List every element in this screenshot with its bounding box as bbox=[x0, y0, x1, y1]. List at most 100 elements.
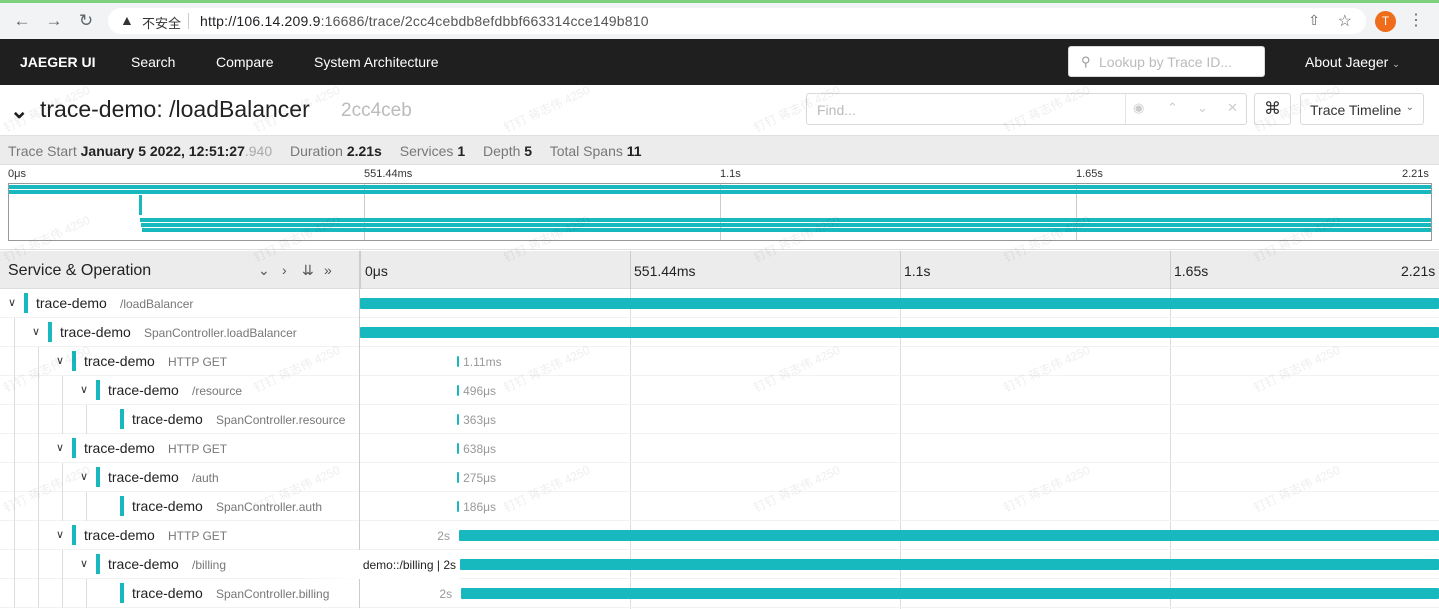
address-bar[interactable]: ▲ 不安全 http://106.14.209.9:16686/trace/2c… bbox=[108, 8, 1366, 34]
reload-icon[interactable]: ↻ bbox=[74, 9, 98, 33]
chevron-down-icon: ⌄ bbox=[1392, 59, 1400, 69]
span-name-cell[interactable]: trace-demo SpanController.auth bbox=[0, 492, 360, 521]
expand-toggle-icon[interactable]: ∨ bbox=[80, 470, 88, 483]
share-icon[interactable]: ⇧ bbox=[1308, 12, 1320, 29]
trace-minimap[interactable]: 0μs 551.44ms 1.1s 1.65s 2.21s bbox=[0, 165, 1439, 250]
find-input[interactable] bbox=[817, 100, 1117, 120]
span-bar[interactable] bbox=[360, 298, 1439, 309]
span-name-cell[interactable]: ∨ trace-demo HTTP GET bbox=[0, 434, 360, 463]
span-bar[interactable] bbox=[360, 327, 1439, 338]
forward-arrow-icon[interactable]: → bbox=[42, 9, 66, 33]
service-operation-title: Service & Operation bbox=[8, 262, 152, 279]
span-service: trace-demo bbox=[108, 556, 179, 572]
timeline-tick: 1.1s bbox=[904, 263, 931, 279]
expand-toggle-icon[interactable]: ∨ bbox=[32, 325, 40, 338]
service-color-bar bbox=[72, 438, 76, 458]
span-name-cell[interactable]: trace-demo SpanController.resource bbox=[0, 405, 360, 434]
indent-guide bbox=[38, 347, 39, 376]
span-bar[interactable] bbox=[457, 472, 460, 483]
brand-link[interactable]: JAEGER UI bbox=[20, 54, 95, 70]
span-operation: HTTP GET bbox=[168, 355, 228, 369]
span-bar[interactable] bbox=[461, 588, 1439, 599]
span-name-cell[interactable]: ∨ trace-demo SpanController.loadBalancer bbox=[0, 318, 360, 347]
span-service: trace-demo bbox=[36, 295, 107, 311]
span-bar[interactable] bbox=[457, 356, 460, 367]
trace-id-input[interactable] bbox=[1099, 52, 1259, 72]
span-name-cell[interactable]: ∨ trace-demo HTTP GET bbox=[0, 347, 360, 376]
security-label[interactable]: 不安全 bbox=[142, 13, 181, 32]
expand-toggle-icon[interactable]: ∨ bbox=[80, 557, 88, 570]
span-bar[interactable] bbox=[457, 501, 460, 512]
service-color-bar bbox=[48, 322, 52, 342]
nav-system-architecture[interactable]: System Architecture bbox=[314, 54, 439, 70]
nav-compare[interactable]: Compare bbox=[216, 54, 274, 70]
span-row[interactable]: ∨ trace-demo/auth 275μs bbox=[0, 463, 1439, 492]
span-row[interactable]: ∨ trace-demo HTTP GET 638μs bbox=[0, 434, 1439, 463]
expand-toggle-icon[interactable]: ∨ bbox=[56, 528, 64, 541]
clear-find-icon[interactable]: ✕ bbox=[1227, 100, 1238, 116]
expand-one-icon[interactable]: › bbox=[282, 262, 287, 278]
about-jaeger-menu[interactable]: About Jaeger ⌄ bbox=[1305, 54, 1400, 70]
expand-toggle-icon[interactable]: ∨ bbox=[8, 296, 16, 309]
url-text[interactable]: http://106.14.209.9:16686/trace/2cc4cebd… bbox=[200, 13, 649, 29]
span-bar[interactable] bbox=[457, 414, 460, 425]
span-name-cell[interactable]: ∨ trace-demo/auth bbox=[0, 463, 360, 492]
back-arrow-icon[interactable]: ← bbox=[10, 9, 34, 33]
browser-toolbar: ← → ↻ ▲ 不安全 http://106.14.209.9:16686/tr… bbox=[0, 0, 1439, 39]
service-color-bar bbox=[24, 293, 28, 313]
span-row[interactable]: trace-demo SpanController.resource 363μs bbox=[0, 405, 1439, 434]
span-name-cell[interactable]: ∨ trace-demo/loadBalancer bbox=[0, 289, 360, 318]
span-name-cell[interactable]: ∨ trace-demo HTTP GET bbox=[0, 521, 360, 550]
column-resizer[interactable] bbox=[359, 251, 361, 289]
indent-guide bbox=[38, 434, 39, 463]
expand-toggle-icon[interactable]: ∨ bbox=[80, 383, 88, 396]
total-spans-label: Total Spans bbox=[549, 143, 623, 159]
span-operation: SpanController.resource bbox=[216, 413, 346, 427]
next-match-icon[interactable]: ⌄ bbox=[1197, 100, 1208, 116]
minimap-span-bar bbox=[9, 190, 1431, 194]
span-row[interactable]: trace-demo SpanController.auth 186μs bbox=[0, 492, 1439, 521]
divider bbox=[188, 13, 189, 29]
span-row[interactable]: trace-demo SpanController.billing 2s bbox=[0, 579, 1439, 608]
locate-icon[interactable]: ◉ bbox=[1133, 100, 1144, 116]
total-spans-value: 11 bbox=[626, 143, 642, 159]
span-row[interactable]: ∨ trace-demo HTTP GET 1.11ms bbox=[0, 347, 1439, 376]
indent-guide bbox=[38, 463, 39, 492]
keyboard-shortcuts-button[interactable]: ⌘ bbox=[1254, 93, 1291, 125]
span-name-cell[interactable]: trace-demo SpanController.billing bbox=[0, 579, 360, 608]
depth-label: Depth bbox=[483, 143, 521, 159]
view-select[interactable]: Trace Timeline ⌄ bbox=[1300, 93, 1424, 125]
span-bar[interactable] bbox=[460, 559, 1439, 570]
span-bar[interactable] bbox=[459, 530, 1439, 541]
span-operation: /resource bbox=[192, 384, 243, 398]
trace-id-lookup[interactable]: ⚲ bbox=[1068, 46, 1265, 77]
span-service: trace-demo bbox=[84, 440, 155, 456]
service-color-bar bbox=[120, 583, 124, 603]
expand-toggle-icon[interactable]: ∨ bbox=[56, 441, 64, 454]
span-row[interactable]: ∨ trace-demo/resource 496μs bbox=[0, 376, 1439, 405]
indent-guide bbox=[38, 492, 39, 521]
bookmark-star-icon[interactable]: ☆ bbox=[1338, 11, 1352, 31]
span-row[interactable]: ∨trace-demo/billing2sdemo::/billing | 2s bbox=[0, 550, 1439, 579]
span-row[interactable]: ∨ trace-demo HTTP GET 2s bbox=[0, 521, 1439, 550]
span-list: ∨ trace-demo/loadBalancer ∨ trace-demo SpanC… bbox=[0, 289, 1439, 609]
span-name-cell[interactable]: ∨ trace-demo/resource bbox=[0, 376, 360, 405]
minimap-tick: 551.44ms bbox=[364, 168, 413, 180]
profile-avatar[interactable]: T bbox=[1375, 11, 1396, 32]
expand-toggle-icon[interactable]: ∨ bbox=[56, 354, 64, 367]
collapse-all-icon[interactable]: ⇊ bbox=[302, 262, 314, 279]
warning-icon[interactable]: ▲ bbox=[120, 12, 134, 28]
expand-all-icon[interactable]: » bbox=[324, 262, 332, 278]
span-row[interactable]: ∨ trace-demo SpanController.loadBalancer bbox=[0, 318, 1439, 347]
collapse-chevron-icon[interactable]: ⌄ bbox=[10, 98, 28, 124]
indent-guide bbox=[14, 405, 15, 434]
collapse-one-icon[interactable]: ⌄ bbox=[258, 262, 270, 279]
minimap-canvas[interactable] bbox=[8, 183, 1432, 241]
nav-search[interactable]: Search bbox=[131, 54, 175, 70]
browser-menu-icon[interactable]: ⋮ bbox=[1408, 10, 1424, 30]
service-color-bar bbox=[120, 496, 124, 516]
span-bar[interactable] bbox=[457, 443, 460, 454]
span-bar[interactable] bbox=[457, 385, 460, 396]
prev-match-icon[interactable]: ⌃ bbox=[1167, 100, 1178, 116]
span-row[interactable]: ∨ trace-demo/loadBalancer bbox=[0, 289, 1439, 318]
